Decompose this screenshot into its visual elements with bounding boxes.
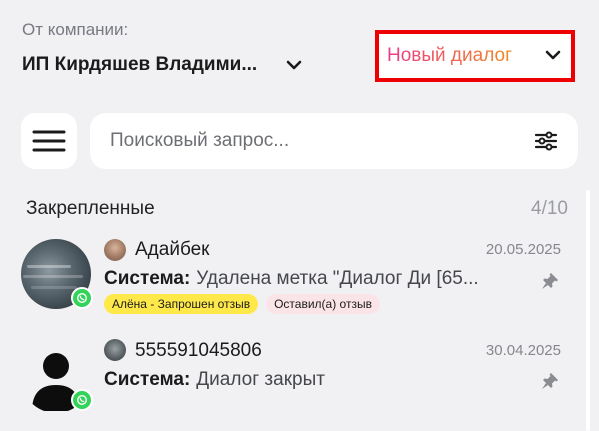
message-text: Диалог закрыт	[196, 369, 325, 390]
chevron-down-icon	[286, 59, 302, 71]
pin-icon[interactable]	[540, 371, 560, 391]
scrollbar[interactable]	[586, 190, 590, 431]
pinned-section-header: Закрепленные 4/10	[26, 198, 568, 220]
whatsapp-icon	[71, 287, 93, 309]
company-label: От компании:	[22, 20, 129, 39]
search-box	[90, 113, 578, 169]
search-input[interactable]	[110, 130, 524, 152]
new-dialog-button[interactable]: Новый диалог	[375, 30, 575, 82]
pin-icon[interactable]	[540, 271, 560, 291]
tag[interactable]: Оставил(а) отзыв	[266, 294, 380, 314]
message-date: 30.04.2025	[485, 342, 561, 359]
chevron-down-icon	[545, 49, 561, 61]
tag[interactable]: Алёна - Запрошен отзыв	[104, 294, 259, 314]
message-sender: Система:	[104, 268, 191, 289]
hamburger-icon	[32, 129, 66, 153]
menu-button[interactable]	[21, 113, 77, 169]
company-select[interactable]: ИП Кирдяшев Владими...	[22, 54, 302, 76]
chat-list-item[interactable]: 555591045806 30.04.2025 Система: Диалог з…	[0, 333, 599, 431]
message-sender: Система:	[104, 369, 191, 390]
last-message: Система: Диалог закрыт	[104, 369, 534, 391]
contact-mini-avatar	[104, 339, 126, 361]
pinned-title: Закрепленные	[26, 198, 155, 219]
contact-mini-avatar	[104, 239, 126, 261]
message-date: 20.05.2025	[485, 241, 561, 258]
contact-name: 555591045806	[135, 340, 262, 361]
new-dialog-label: Новый диалог	[387, 45, 512, 66]
contact-name: Адайбек	[135, 239, 210, 260]
pinned-count: 4/10	[531, 198, 568, 219]
filter-settings-icon[interactable]	[534, 130, 558, 152]
company-name: ИП Кирдяшев Владими...	[22, 54, 258, 75]
tag-list: Алёна - Запрошен отзыв Оставил(а) отзыв	[104, 294, 380, 314]
message-text: Удалена метка "Диалог Ди [65...	[196, 268, 479, 289]
last-message: Система: Удалена метка "Диалог Ди [65...	[104, 268, 534, 290]
whatsapp-icon	[71, 389, 93, 411]
chat-list-item[interactable]: Адайбек 20.05.2025 Система: Удалена метка…	[0, 230, 599, 330]
